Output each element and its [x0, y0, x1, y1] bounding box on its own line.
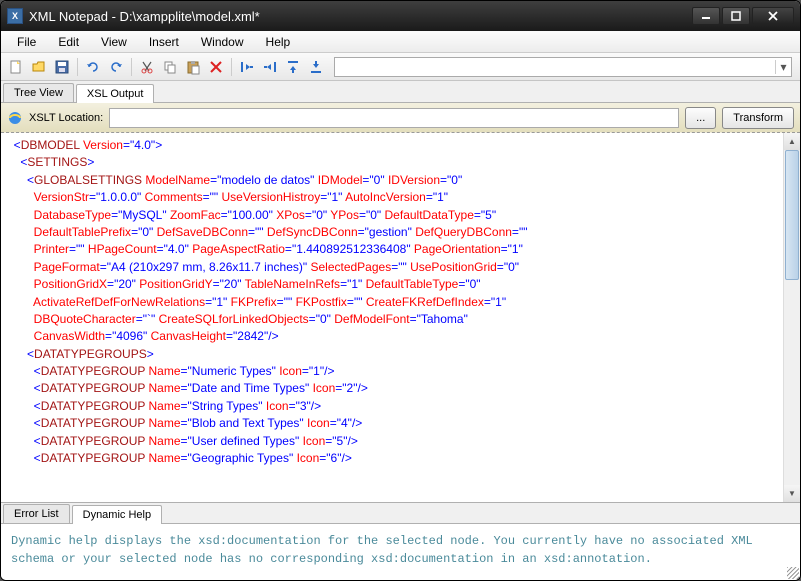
copy-icon[interactable] — [159, 56, 181, 78]
xml-content: <DBMODEL Version="4.0"> <SETTINGS> <GLOB… — [7, 137, 794, 467]
menubar: File Edit View Insert Window Help — [1, 31, 800, 53]
browse-button[interactable]: ... — [685, 107, 716, 129]
delete-icon[interactable] — [205, 56, 227, 78]
maximize-button[interactable] — [722, 7, 750, 25]
menu-view[interactable]: View — [91, 33, 137, 51]
xslt-location-label: XSLT Location: — [29, 112, 103, 124]
undo-icon[interactable] — [82, 56, 104, 78]
nudge-down-icon[interactable] — [305, 56, 327, 78]
cut-icon[interactable] — [136, 56, 158, 78]
tab-dynamic-help[interactable]: Dynamic Help — [72, 505, 162, 524]
menu-edit[interactable]: Edit — [48, 33, 89, 51]
transform-button[interactable]: Transform — [722, 107, 794, 129]
scroll-thumb[interactable] — [785, 150, 799, 280]
new-file-icon[interactable] — [5, 56, 27, 78]
tab-error-list[interactable]: Error List — [3, 504, 70, 523]
app-icon: X — [7, 8, 23, 24]
ie-icon — [7, 110, 23, 126]
minimize-button[interactable] — [692, 7, 720, 25]
xslt-location-input[interactable] — [109, 108, 679, 128]
nudge-up-icon[interactable] — [282, 56, 304, 78]
view-tabs: Tree View XSL Output — [1, 81, 800, 103]
toolbar-dropdown[interactable]: ▾ — [334, 57, 792, 77]
menu-insert[interactable]: Insert — [139, 33, 189, 51]
dynamic-help-panel: Dynamic help displays the xsd:documentat… — [1, 524, 800, 580]
dynamic-help-text: Dynamic help displays the xsd:documentat… — [11, 534, 753, 566]
resize-grip[interactable] — [787, 567, 799, 579]
menu-file[interactable]: File — [7, 33, 46, 51]
redo-icon[interactable] — [105, 56, 127, 78]
scroll-up-icon[interactable]: ▲ — [784, 133, 800, 150]
close-button[interactable] — [752, 7, 794, 25]
save-icon[interactable] — [51, 56, 73, 78]
bottom-tabs: Error List Dynamic Help — [1, 502, 800, 524]
chevron-down-icon: ▾ — [775, 60, 791, 74]
toolbar: ▾ — [1, 53, 800, 81]
xslt-bar: XSLT Location: ... Transform — [1, 103, 800, 133]
tab-xsl-output[interactable]: XSL Output — [76, 84, 154, 103]
titlebar[interactable]: X XML Notepad - D:\xampplite\model.xml* — [1, 1, 800, 31]
xml-output-view[interactable]: <DBMODEL Version="4.0"> <SETTINGS> <GLOB… — [1, 133, 800, 471]
menu-window[interactable]: Window — [191, 33, 254, 51]
paste-icon[interactable] — [182, 56, 204, 78]
app-window: X XML Notepad - D:\xampplite\model.xml* … — [0, 0, 801, 581]
menu-help[interactable]: Help — [256, 33, 301, 51]
window-title: XML Notepad - D:\xampplite\model.xml* — [29, 9, 692, 24]
tab-tree-view[interactable]: Tree View — [3, 83, 74, 102]
nudge-left-icon[interactable] — [236, 56, 258, 78]
vertical-scrollbar[interactable]: ▲ ▼ — [783, 133, 800, 502]
nudge-right-icon[interactable] — [259, 56, 281, 78]
scroll-down-icon[interactable]: ▼ — [784, 485, 800, 502]
open-folder-icon[interactable] — [28, 56, 50, 78]
